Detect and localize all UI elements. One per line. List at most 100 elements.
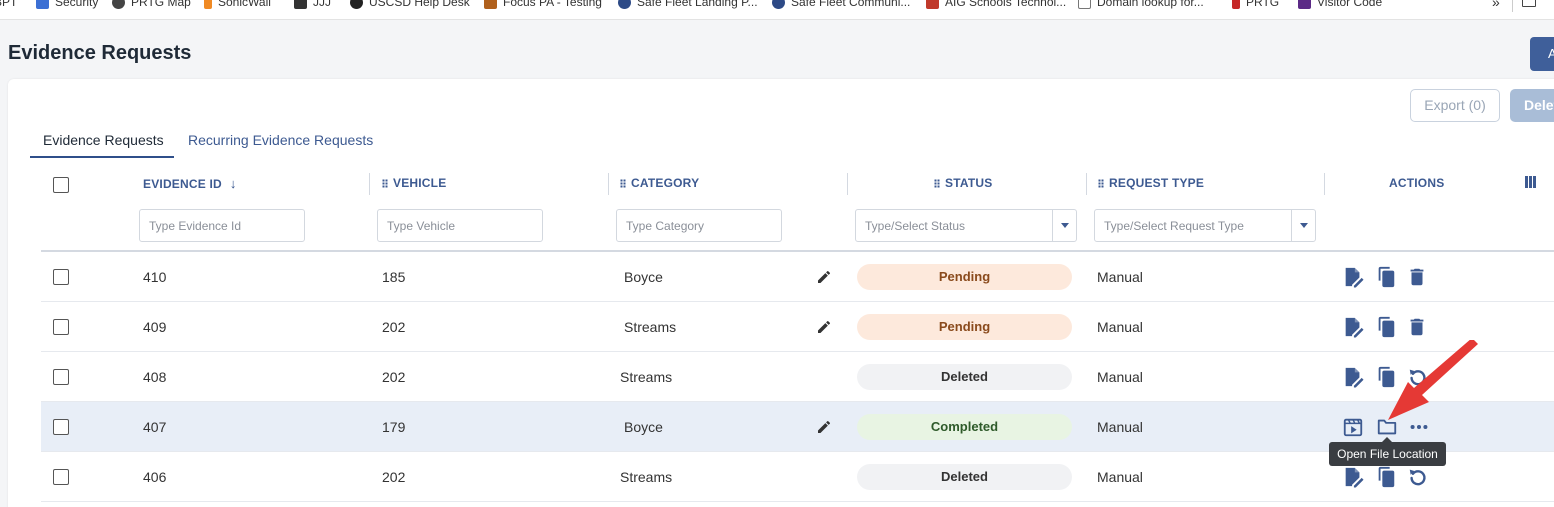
globe-icon (112, 0, 125, 9)
column-separator[interactable] (608, 173, 609, 195)
status-badge: Deleted (857, 464, 1072, 490)
chevron-down-icon[interactable] (1052, 210, 1076, 241)
safe-fleet-icon (772, 0, 785, 9)
folder-icon[interactable] (1522, 0, 1536, 7)
column-separator[interactable] (369, 173, 370, 195)
evidence-id-cell: 406 (143, 469, 167, 485)
column-separator[interactable] (1086, 173, 1087, 195)
sonicwall-icon (204, 0, 212, 9)
evidence-id-cell: 407 (143, 419, 167, 435)
bookmark[interactable]: USCSD Help Desk (350, 0, 470, 11)
evidence-id-filter-input[interactable] (139, 209, 305, 242)
tab-recurring-evidence-requests[interactable]: Recurring Evidence Requests (188, 126, 373, 158)
visitor-icon (1298, 0, 1311, 9)
status-badge: Pending (857, 314, 1072, 340)
drag-handle-icon[interactable] (934, 179, 940, 188)
copy-icon[interactable] (1375, 266, 1397, 288)
table-row[interactable]: 406 202 Streams Deleted Manual (41, 452, 1554, 502)
copy-icon[interactable] (1375, 466, 1397, 488)
column-chooser-icon[interactable] (1525, 176, 1537, 188)
vehicle-filter-input[interactable] (377, 209, 543, 242)
row-checkbox[interactable] (53, 269, 69, 285)
bookmark[interactable]: Focus PA - Testing (484, 0, 602, 11)
category-cell: Streams (624, 319, 677, 335)
evidence-id-cell: 410 (143, 269, 167, 285)
bookmark[interactable]: Domain lookup for... (1078, 0, 1204, 11)
focus-icon (484, 0, 497, 9)
drag-handle-icon[interactable] (620, 179, 626, 188)
restore-icon[interactable] (1407, 466, 1429, 488)
safe-fleet-icon (618, 0, 631, 9)
trash-icon[interactable] (1406, 266, 1428, 288)
tab-evidence-requests[interactable]: Evidence Requests (30, 126, 174, 158)
drag-handle-icon[interactable] (1098, 179, 1104, 188)
status-filter-select[interactable] (855, 209, 1077, 242)
request-type-filter-input[interactable] (1095, 210, 1285, 241)
bookmark[interactable]: AIG Schools Technol... (926, 0, 1066, 11)
edit-document-icon[interactable] (1342, 316, 1364, 338)
bookmark[interactable]: Security (36, 0, 98, 11)
status-badge: Deleted (857, 364, 1072, 390)
vehicle-cell: 202 (382, 369, 406, 385)
status-badge: Completed (857, 414, 1072, 440)
request-type-filter-select[interactable] (1094, 209, 1316, 242)
column-separator[interactable] (847, 173, 848, 195)
trash-icon[interactable] (1406, 316, 1428, 338)
column-header-category[interactable]: CATEGORY (620, 176, 699, 190)
request-type-cell: Manual (1097, 319, 1143, 335)
category-cell: Streams (620, 369, 673, 385)
category-filter-input[interactable] (616, 209, 782, 242)
chevron-down-icon[interactable] (1291, 210, 1315, 241)
status-filter-input[interactable] (856, 210, 1046, 241)
row-checkbox[interactable] (53, 369, 69, 385)
row-checkbox[interactable] (53, 469, 69, 485)
edit-pencil-icon[interactable] (816, 319, 832, 335)
column-header-evidence-id[interactable]: EVIDENCE ID ↓ (143, 176, 237, 191)
select-all-checkbox[interactable] (53, 177, 69, 193)
column-separator[interactable] (1324, 173, 1325, 195)
edit-document-icon[interactable] (1342, 266, 1364, 288)
column-header-request-type[interactable]: REQUEST TYPE (1098, 176, 1204, 190)
vehicle-cell: 202 (382, 469, 406, 485)
copy-icon[interactable] (1375, 316, 1397, 338)
delete-button[interactable]: Delete (1510, 89, 1554, 122)
table-row[interactable]: 408 202 Streams Deleted Manual (41, 352, 1554, 402)
edit-document-icon[interactable] (1342, 366, 1364, 388)
row-checkbox[interactable] (53, 319, 69, 335)
bookmark[interactable]: PRTG Map (112, 0, 191, 11)
edit-document-icon[interactable] (1342, 466, 1364, 488)
request-type-cell: Manual (1097, 269, 1143, 285)
bookmark[interactable]: Safe Fleet Landing P... (618, 0, 758, 11)
drag-handle-icon[interactable] (382, 179, 388, 188)
column-header-status[interactable]: STATUS (934, 176, 992, 190)
add-button[interactable]: A (1530, 37, 1554, 71)
bookmark[interactable]: BPT (0, 0, 17, 11)
bookmark[interactable]: Safe Fleet Communi... (772, 0, 910, 11)
bookmark[interactable]: SonicWall (204, 0, 271, 11)
column-header-vehicle[interactable]: VEHICLE (382, 176, 446, 190)
video-player-icon[interactable] (1342, 416, 1364, 438)
red-arrow-annotation-icon (1388, 340, 1478, 420)
bookmark[interactable]: Visitor Code (1298, 0, 1382, 11)
table-row[interactable]: 409 202 Streams Pending Manual (41, 302, 1554, 352)
category-cell: Boyce (624, 269, 663, 285)
bookmark[interactable]: PRTG (1232, 0, 1279, 11)
bookmark[interactable]: JJJ (294, 0, 331, 11)
evidence-id-cell: 409 (143, 319, 167, 335)
sort-down-icon[interactable]: ↓ (230, 176, 237, 191)
bookmarks-bar: BPT Security PRTG Map SonicWall JJJ USCS… (0, 0, 1554, 20)
vehicle-cell: 202 (382, 319, 406, 335)
column-header-actions: ACTIONS (1389, 176, 1445, 190)
row-checkbox[interactable] (53, 419, 69, 435)
edit-pencil-icon[interactable] (816, 269, 832, 285)
shield-icon (36, 0, 49, 9)
open-file-location-tooltip: Open File Location (1329, 437, 1446, 466)
category-cell: Streams (620, 469, 673, 485)
table-row[interactable]: 407 179 Boyce Completed Manual (41, 402, 1554, 452)
prtg-icon (1232, 0, 1240, 9)
export-button[interactable]: Export (0) (1410, 89, 1500, 122)
edit-pencil-icon[interactable] (816, 419, 832, 435)
category-cell: Boyce (624, 419, 663, 435)
table-row[interactable]: 410 185 Boyce Pending Manual (41, 252, 1554, 302)
more-bookmarks-icon[interactable]: » (1492, 0, 1500, 10)
